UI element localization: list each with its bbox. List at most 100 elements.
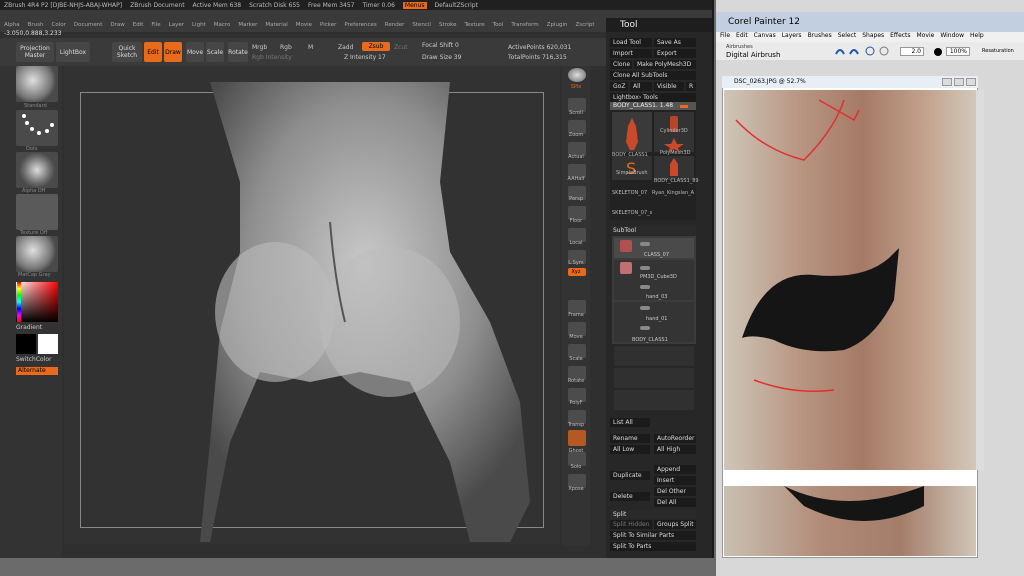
brush-thumbnail[interactable] — [16, 66, 58, 102]
split-header[interactable]: Split — [610, 510, 696, 519]
auto-reorder-button[interactable]: AutoReorder — [654, 434, 696, 443]
export-button[interactable]: Export — [654, 49, 696, 58]
subtool-toggle[interactable] — [640, 242, 650, 246]
focal-shift-slider[interactable]: Focal Shift 0 — [422, 42, 459, 49]
import-button[interactable]: Import — [610, 49, 652, 58]
color-picker[interactable] — [16, 282, 58, 322]
del-all-button[interactable]: Del All — [654, 498, 696, 507]
sculpt-model[interactable] — [150, 82, 570, 542]
menu-item[interactable]: Brushes — [808, 32, 832, 42]
scale-button[interactable]: Scale — [206, 42, 224, 62]
close-button[interactable] — [966, 78, 976, 86]
r-button[interactable]: R — [686, 82, 696, 91]
menu-item[interactable]: File — [151, 22, 160, 32]
menu-item[interactable]: File — [720, 32, 730, 42]
minimize-button[interactable] — [942, 78, 952, 86]
menu-item[interactable]: Layers — [782, 32, 802, 42]
all-low-button[interactable]: All Low — [610, 445, 650, 454]
ghost-button[interactable] — [568, 430, 586, 446]
maximize-button[interactable] — [954, 78, 964, 86]
zadd-button[interactable]: Zadd — [338, 44, 353, 51]
z-intensity-slider[interactable]: Z Intensity 17 — [344, 54, 386, 61]
save-as-button[interactable]: Save As — [654, 38, 696, 47]
main-color-swatch[interactable] — [16, 334, 36, 354]
tool-thumb-simplebrush[interactable]: S — [612, 156, 652, 180]
menu-item[interactable]: Edit — [133, 22, 144, 32]
subtool-toggle[interactable] — [640, 306, 650, 310]
mrgb-button[interactable]: Mrgb — [252, 44, 267, 51]
menu-item[interactable]: Canvas — [754, 32, 776, 42]
tool-thumb-body[interactable] — [612, 112, 652, 152]
clone-all-subtools-button[interactable]: Clone All SubTools — [610, 71, 696, 80]
menu-item[interactable]: Transform — [511, 22, 538, 32]
menu-item[interactable]: Texture — [465, 22, 485, 32]
texture-thumbnail[interactable] — [16, 194, 58, 230]
menu-item[interactable]: Stroke — [439, 22, 457, 32]
opacity-field[interactable]: 100% — [946, 47, 970, 56]
menu-item[interactable]: Zscript — [575, 22, 594, 32]
zscript-label[interactable]: DefaultZScript — [435, 2, 478, 9]
vertical-scrollbar[interactable] — [976, 90, 984, 470]
menu-item[interactable]: Draw — [110, 22, 124, 32]
move-button[interactable]: Move — [186, 42, 204, 62]
alpha-thumbnail[interactable] — [16, 152, 58, 188]
projection-master-button[interactable]: Projection Master — [16, 42, 54, 62]
spix-button[interactable] — [568, 68, 586, 82]
split-parts-button[interactable]: Split To Parts — [610, 542, 696, 551]
lightbox-tools-button[interactable]: Lightbox› Tools — [610, 93, 696, 102]
menu-item[interactable]: Stencil — [412, 22, 431, 32]
all-high-button[interactable]: All High — [654, 445, 696, 454]
make-polymesh-button[interactable]: Make PolyMesh3D — [634, 60, 696, 69]
clone-button[interactable]: Clone — [610, 60, 632, 69]
menu-item[interactable]: Light — [192, 22, 206, 32]
list-all-button[interactable]: List All — [610, 418, 650, 427]
zsub-button[interactable]: Zsub — [362, 42, 390, 51]
secondary-color-swatch[interactable] — [38, 334, 58, 354]
load-tool-button[interactable]: Load Tool — [610, 38, 652, 47]
size-field[interactable]: 2.0 — [900, 47, 924, 56]
hue-strip[interactable] — [17, 282, 21, 322]
m-button[interactable]: M — [308, 44, 313, 51]
split-similar-button[interactable]: Split To Similar Parts — [610, 531, 696, 540]
menu-item[interactable]: Shapes — [862, 32, 884, 42]
brush-category[interactable]: Airbrushes — [726, 44, 753, 50]
append-button[interactable]: Append — [654, 465, 696, 474]
menu-item[interactable]: Window — [940, 32, 964, 42]
duplicate-button[interactable]: Duplicate — [610, 471, 650, 480]
stroke-thumbnail[interactable] — [16, 110, 58, 146]
split-hidden-button[interactable]: Split Hidden — [610, 520, 652, 529]
alternate-button[interactable]: Alternate — [16, 367, 58, 375]
subtool-toggle[interactable] — [640, 326, 650, 330]
menu-item[interactable]: Preferences — [344, 22, 376, 32]
zcut-button[interactable]: Zcut — [394, 44, 408, 51]
lightbox-button[interactable]: LightBox — [56, 42, 90, 62]
menu-item[interactable]: Tool — [493, 22, 504, 32]
menu-item[interactable]: Document — [74, 22, 103, 32]
visible-button[interactable]: Visible — [654, 82, 684, 91]
gradient-label[interactable]: Gradient — [16, 324, 42, 331]
all-button[interactable]: All — [630, 82, 652, 91]
insert-button[interactable]: Insert — [654, 476, 696, 485]
draw-button[interactable]: Draw — [164, 42, 182, 62]
menu-item[interactable]: Macro — [214, 22, 231, 32]
menus-button[interactable]: Menus — [402, 1, 427, 9]
menu-item[interactable]: Picker — [320, 22, 336, 32]
groups-split-button[interactable]: Groups Split — [654, 520, 696, 529]
draw-size-slider[interactable]: Draw Size 39 — [422, 54, 461, 61]
brush-dab-icons[interactable] — [832, 44, 892, 58]
rename-button[interactable]: Rename — [610, 434, 650, 443]
brush-variant[interactable]: Digital Airbrush — [726, 51, 780, 59]
rotate-button[interactable]: Rotate — [228, 42, 248, 62]
menu-item[interactable]: Movie — [296, 22, 312, 32]
current-tool-slider[interactable]: BODY_CLASS1. 1.48 — [610, 102, 696, 110]
menu-item[interactable]: Zplugin — [547, 22, 568, 32]
rgb-intensity-slider[interactable]: Rgb Intensity — [252, 54, 292, 61]
menu-item[interactable]: Effects — [890, 32, 910, 42]
quick-sketch-button[interactable]: Quick Sketch — [112, 42, 142, 62]
switch-color-button[interactable]: SwitchColor — [16, 356, 52, 363]
subtool-header[interactable]: SubTool — [610, 226, 696, 235]
menu-item[interactable]: Movie — [917, 32, 935, 42]
material-thumbnail[interactable] — [16, 236, 58, 272]
menu-item[interactable]: Edit — [736, 32, 748, 42]
tool-thumb-body2[interactable] — [654, 156, 694, 180]
